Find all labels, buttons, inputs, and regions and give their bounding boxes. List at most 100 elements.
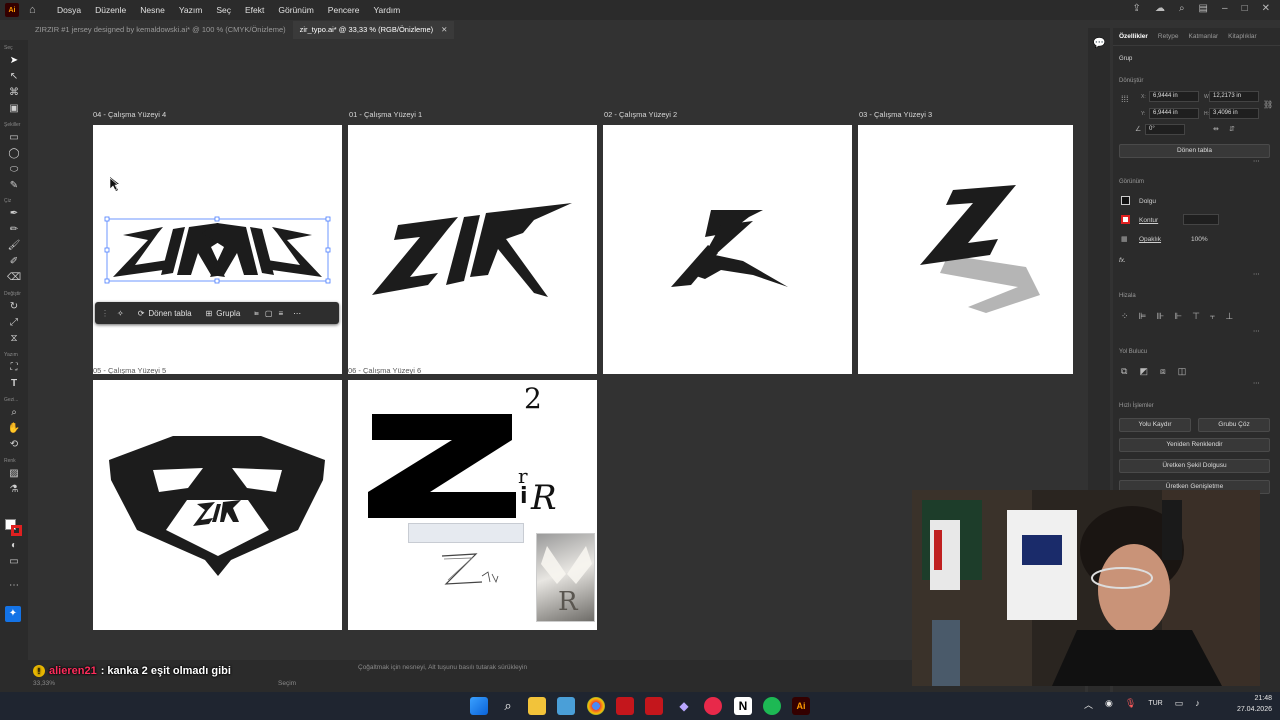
tab-document-1[interactable]: ZIRZIR #1 jersey designed by kemaldowski… [28, 21, 293, 39]
windows-start-icon[interactable] [470, 697, 488, 715]
y-field[interactable]: 6,9444 in [1149, 108, 1199, 119]
menu-type[interactable]: Yazım [179, 5, 202, 15]
artboard-2[interactable] [603, 125, 852, 374]
exclude-icon[interactable]: ◫ [1178, 366, 1187, 377]
align-bottom-icon[interactable]: ⊥ [1225, 311, 1233, 322]
artboard-label-4[interactable]: 04 - Çalışma Yüzeyi 4 [93, 110, 166, 119]
x-field[interactable]: 6,9444 in [1149, 91, 1199, 102]
menu-select[interactable]: Seç [216, 5, 231, 15]
height-field[interactable]: 3,4096 in [1209, 108, 1259, 119]
drag-handle-icon[interactable]: ⋮ [101, 309, 109, 318]
lasso-tool-icon[interactable]: ⌘ [7, 87, 21, 99]
draw-mode-icon[interactable]: ◐ [7, 540, 21, 552]
brush-tool-icon[interactable]: 🖌 [7, 240, 21, 252]
zir-logo-1[interactable] [348, 125, 597, 374]
align-middle-icon[interactable]: ⫟ [1210, 311, 1215, 322]
align-center-icon[interactable]: ⊪ [1156, 311, 1164, 322]
recolor-button[interactable]: Yeniden Renklendir [1119, 438, 1270, 452]
notion-icon[interactable]: N [734, 697, 752, 715]
menu-edit[interactable]: Düzenle [95, 5, 126, 15]
ellipse-tool-icon[interactable]: ◯ [7, 148, 21, 160]
artboard-label-1[interactable]: 01 - Çalışma Yüzeyi 1 [349, 110, 422, 119]
more-options-icon[interactable]: ⋯ [1253, 270, 1260, 278]
volume-icon[interactable]: ♪ [1195, 698, 1200, 711]
clock[interactable]: 21:48 27.04.2026 [1237, 693, 1272, 715]
offset-path-button[interactable]: Yolu Kaydır [1119, 418, 1191, 432]
search-icon[interactable]: ⌕ [499, 697, 517, 715]
spotify-icon[interactable] [763, 697, 781, 715]
discord-icon[interactable]: ◉ [1105, 698, 1113, 711]
chrome-icon[interactable] [587, 697, 605, 715]
pencil-tool-icon[interactable]: ✏ [7, 224, 21, 236]
tab-libraries[interactable]: Kitaplıklar [1228, 33, 1257, 40]
eraser-tool-icon[interactable]: ⌫ [7, 272, 21, 284]
menu-view[interactable]: Görünüm [278, 5, 313, 15]
network-icon[interactable]: ▭ [1175, 698, 1184, 711]
intersect-icon[interactable]: ⧈ [1160, 366, 1166, 377]
artboard-4[interactable] [93, 125, 342, 374]
fill-color-swatch[interactable] [1121, 196, 1130, 205]
more-options-icon[interactable]: ⋯ [1253, 327, 1260, 335]
fx-label[interactable]: fx. [1119, 257, 1126, 264]
unite-icon[interactable]: ⧉ [1121, 366, 1127, 377]
reference-screenshot[interactable] [408, 523, 524, 543]
lowercase-i[interactable]: i [520, 484, 528, 509]
zoom-level[interactable]: 33,33% [33, 680, 55, 687]
artboard-3[interactable] [858, 125, 1073, 374]
more-tools-icon[interactable]: ⋯ [7, 580, 21, 592]
zir-monogram[interactable] [603, 125, 852, 374]
app-icon-red-1[interactable] [616, 697, 634, 715]
z-shadow-logo[interactable] [858, 125, 1073, 374]
rotate-tool-icon[interactable]: ↻ [7, 301, 21, 313]
close-tab-icon[interactable]: ✕ [441, 25, 447, 34]
menu-help[interactable]: Yardım [373, 5, 400, 15]
menu-object[interactable]: Nesne [140, 5, 165, 15]
group-button[interactable]: Grupla [216, 309, 240, 318]
tab-properties[interactable]: Özellikler [1119, 33, 1148, 40]
pen-tool-icon[interactable]: ✒ [7, 208, 21, 220]
align-to-icon[interactable]: ⁘ [1121, 311, 1129, 322]
opacity-label[interactable]: Opaklık [1139, 236, 1161, 243]
transform-icon[interactable]: ▢ [265, 309, 273, 318]
group-icon[interactable]: ⊞ [206, 309, 213, 318]
tab-document-2[interactable]: zir_typo.ai* @ 33,33 % (RGB/Önizleme) ✕ [292, 21, 455, 39]
reference-point-icon[interactable]: ⁞⁞⁞ [1121, 94, 1129, 104]
polygon-tool-icon[interactable]: ⬭ [7, 164, 21, 176]
script-r[interactable]: R [531, 478, 557, 518]
workspace-icon[interactable]: ▤ [1199, 3, 1208, 14]
align-left-icon[interactable]: ⊫ [1139, 311, 1147, 322]
search-icon[interactable]: ⌕ [1179, 3, 1185, 14]
artboard-label-5[interactable]: 05 - Çalışma Yüzeyi 5 [93, 366, 166, 375]
stroke-color-swatch[interactable] [1121, 215, 1130, 224]
align-top-icon[interactable]: ⊤ [1192, 311, 1200, 322]
align-icon[interactable]: ⫢ [254, 308, 259, 318]
app-icon-purple[interactable]: ◆ [675, 697, 693, 715]
menu-effect[interactable]: Efekt [245, 5, 264, 15]
shaper-tool-icon[interactable]: ✎ [7, 180, 21, 192]
artboard-label-3[interactable]: 03 - Çalışma Yüzeyi 3 [859, 110, 932, 119]
generative-icon[interactable]: ✧ [117, 309, 124, 318]
screen-mode-icon[interactable]: ▭ [7, 556, 21, 568]
hand-tool-icon[interactable]: ✋ [7, 423, 21, 435]
record-icon[interactable] [704, 697, 722, 715]
microphone-icon[interactable]: 🎙 [1125, 698, 1136, 711]
artboard-5[interactable]: 05 - Çalışma Yüzeyi 5 [93, 366, 342, 630]
chevron-up-icon[interactable]: ︿ [1084, 698, 1093, 711]
arrange-icon[interactable]: ≡ [278, 309, 283, 318]
artboard-tool-icon[interactable]: ▣ [7, 103, 21, 115]
winged-r-reference-image[interactable]: R [536, 533, 595, 622]
crest-logo[interactable] [93, 380, 342, 630]
width-tool-icon[interactable]: ⧖ [7, 333, 21, 345]
share-icon[interactable]: ⇪ [1133, 3, 1141, 14]
ungroup-button[interactable]: Grubu Çöz [1198, 418, 1270, 432]
file-explorer-icon[interactable] [528, 697, 546, 715]
illustrator-taskbar-icon[interactable]: Ai [792, 697, 810, 715]
artboard-6[interactable]: 06 - Çalışma Yüzeyi 6 2 r i R R [348, 366, 597, 630]
more-options-icon[interactable]: ⋯ [1253, 157, 1260, 165]
sketch-z[interactable] [436, 550, 506, 590]
eyedropper-tool-icon[interactable]: ⚗ [7, 484, 21, 496]
artboard-1[interactable] [348, 125, 597, 374]
minimize-icon[interactable]: – [1222, 3, 1228, 14]
menu-window[interactable]: Pencere [328, 5, 360, 15]
width-field[interactable]: 12,2173 in [1209, 91, 1259, 102]
